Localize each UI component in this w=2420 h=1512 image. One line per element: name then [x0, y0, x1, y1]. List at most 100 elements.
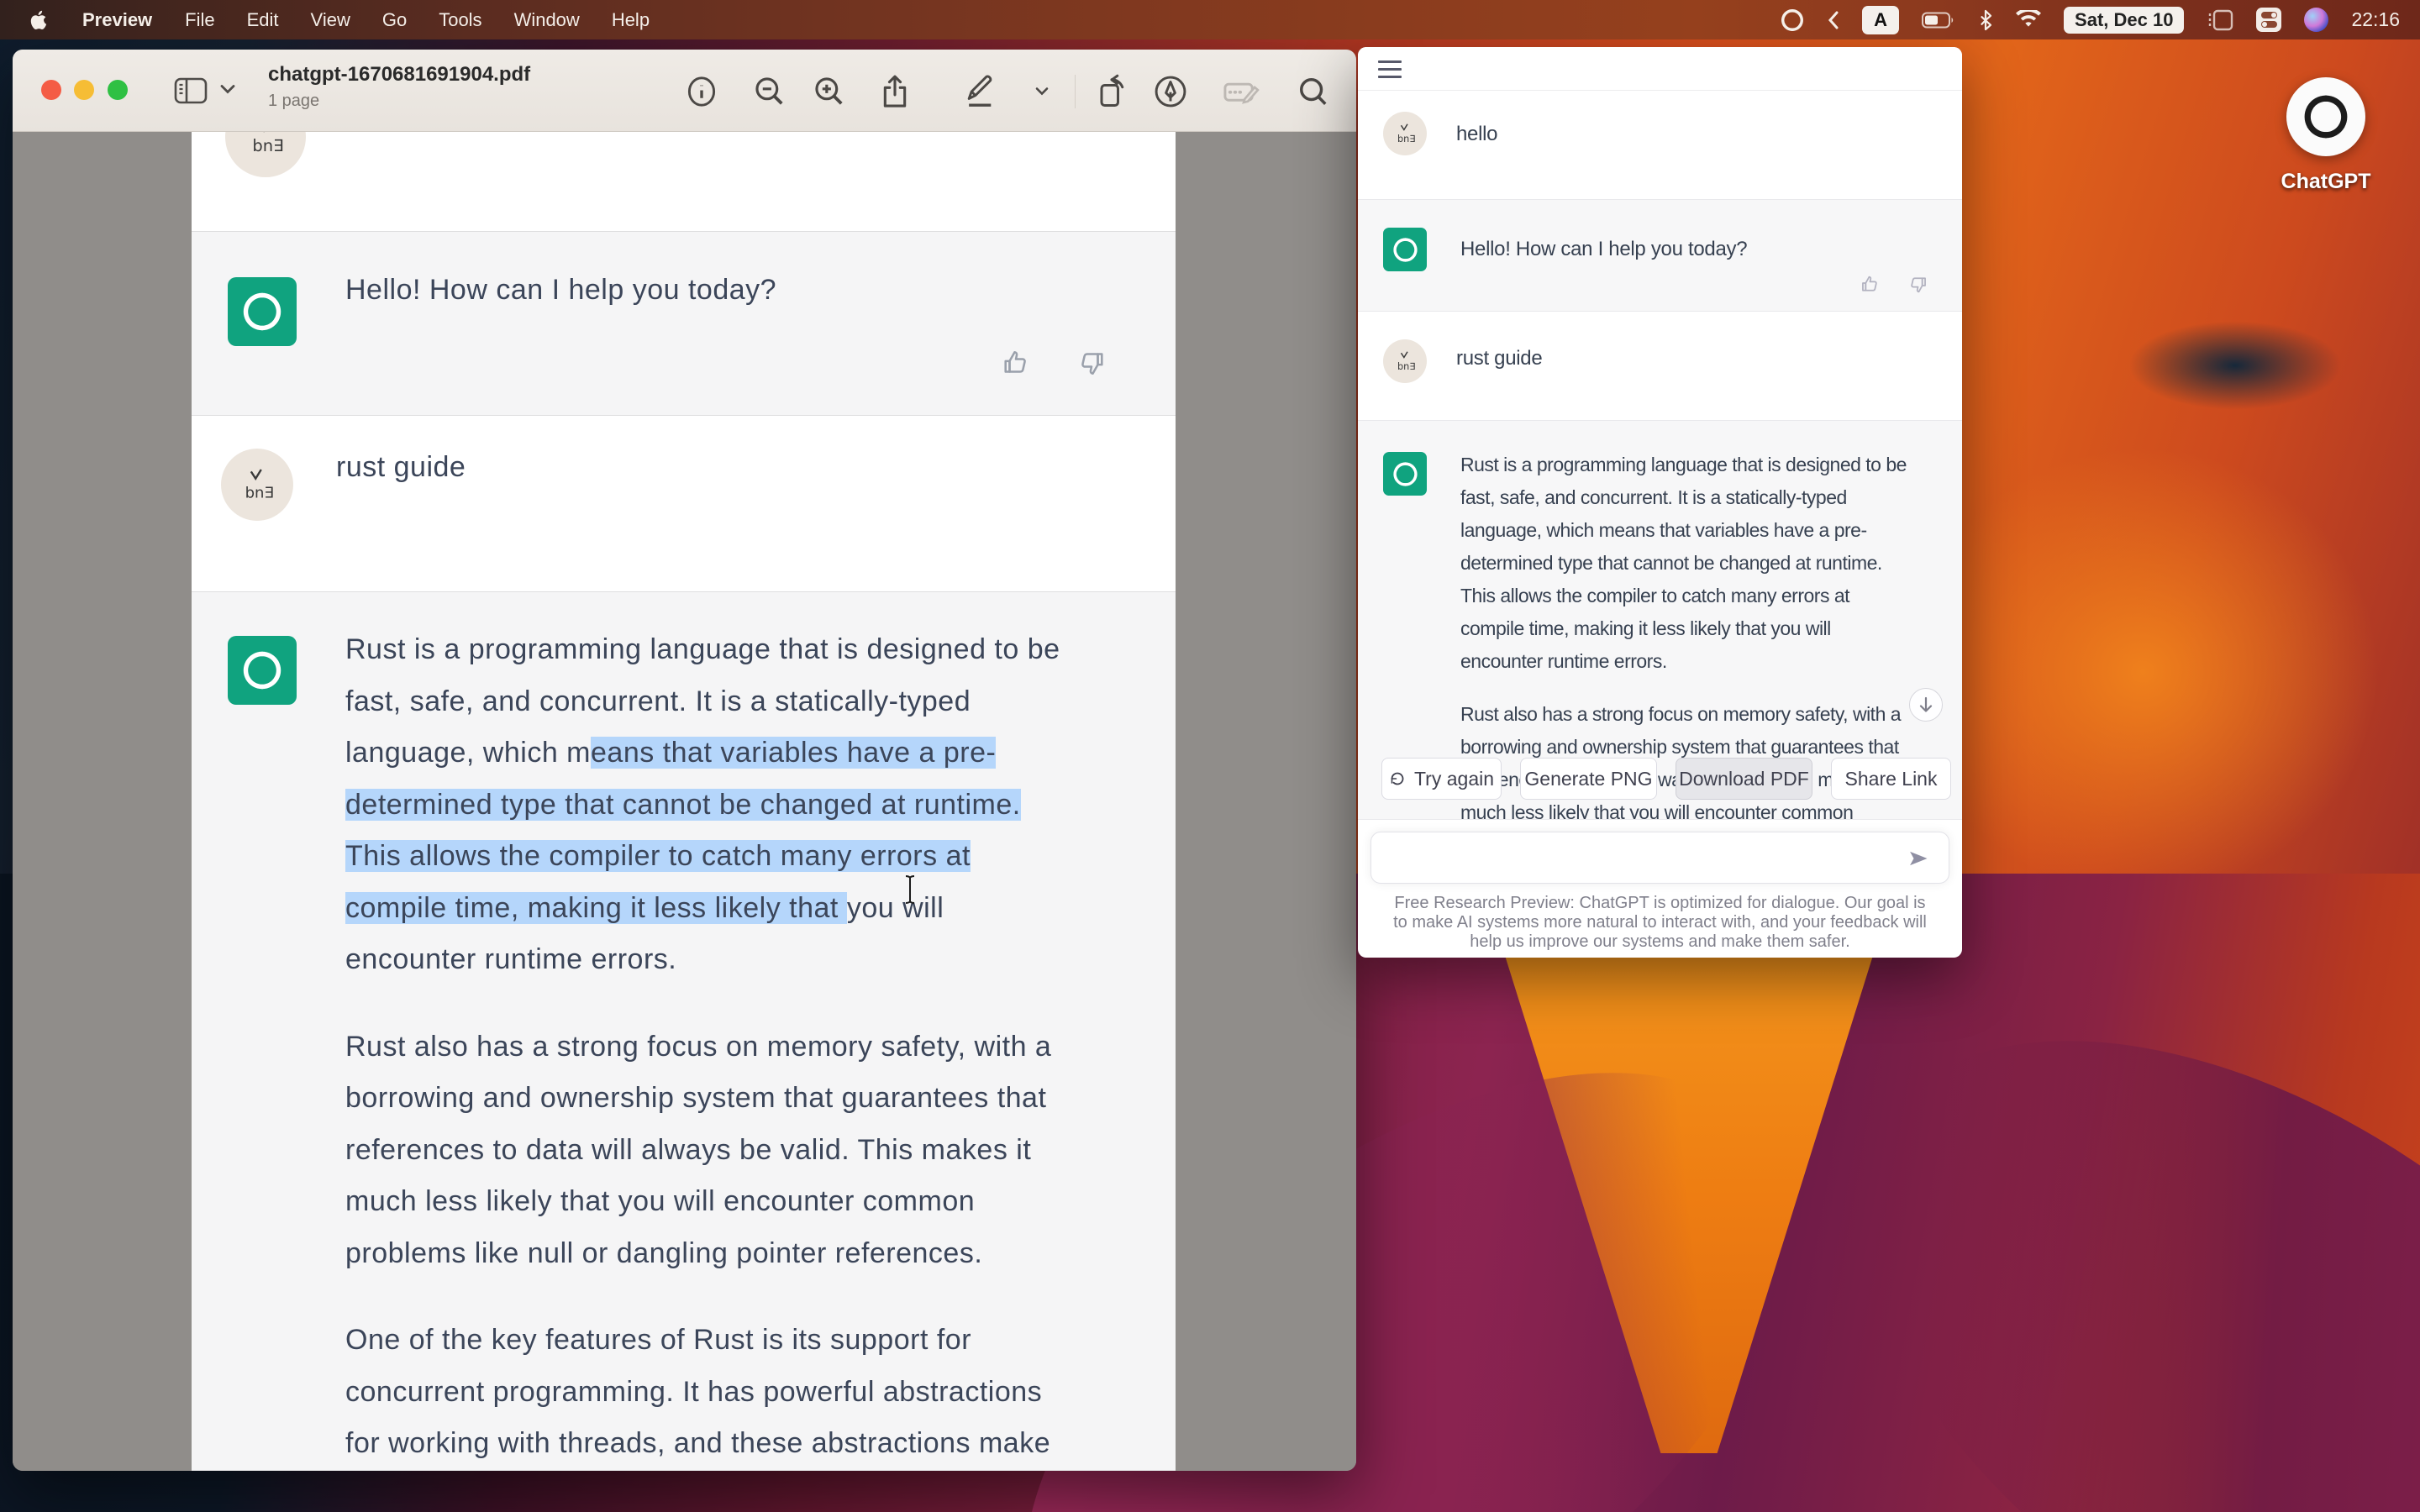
siri-icon[interactable]	[2304, 8, 2328, 32]
openai-menubar-icon[interactable]	[1780, 8, 1805, 33]
generate-png-button[interactable]: Generate PNG	[1520, 758, 1657, 800]
pdf-background: bn∃ Hello! How can I help you today? bn∃	[13, 132, 1356, 1471]
text-line: fast, safe, and concurrent. It is a stat…	[345, 676, 1176, 728]
chatgpt-header	[1358, 47, 1962, 91]
window-title-block: chatgpt-1670681691904.pdf 1 page	[268, 63, 530, 111]
minimize-button[interactable]	[74, 80, 94, 100]
bluetooth-icon[interactable]	[1978, 9, 1993, 31]
assistant-greeting-text: Hello! How can I help you today?	[345, 274, 776, 307]
chatgpt-avatar	[228, 277, 297, 346]
user-avatar: bn∃	[1383, 112, 1427, 155]
toolbar-separator	[1075, 75, 1076, 108]
menu-app-name[interactable]: Preview	[66, 0, 169, 39]
download-pdf-label: Download PDF	[1679, 768, 1809, 790]
sidebar-chevron-icon[interactable]	[219, 83, 236, 95]
text-line: borrowing and ownership system that guar…	[345, 1073, 1176, 1125]
svg-text:bn∃: bn∃	[1397, 361, 1415, 372]
menu-file[interactable]: File	[169, 0, 230, 39]
text-line: encounter runtime errors.	[1460, 645, 1954, 678]
close-button[interactable]	[41, 80, 61, 100]
menu-go[interactable]: Go	[366, 0, 423, 39]
draw-pen-button[interactable]	[1152, 73, 1189, 110]
text-cursor	[900, 874, 920, 906]
assistant-greeting-text: Hello! How can I help you today?	[1460, 238, 1747, 261]
control-center-toggle-top	[2261, 12, 2277, 18]
user-message-text: rust guide	[1456, 347, 1542, 370]
pdf-row-assistant-response: Rust is a programming language that is d…	[192, 591, 1176, 1471]
text-line: Rust is a programming language that is d…	[1460, 449, 1954, 481]
text-line: determined type that cannot be changed a…	[345, 780, 1176, 832]
thumbs-up-icon[interactable]	[1001, 348, 1031, 378]
menu-window[interactable]: Window	[498, 0, 596, 39]
menubar-clock[interactable]: 22:16	[2351, 8, 2400, 31]
text-line: fast, safe, and concurrent. It is a stat…	[1460, 481, 1954, 514]
desktop-icon-label: ChatGPT	[2260, 170, 2391, 194]
chat-input[interactable]	[1370, 832, 1949, 884]
send-icon[interactable]	[1907, 847, 1930, 870]
download-pdf-button[interactable]: Download PDF	[1676, 758, 1812, 800]
pdf-row-assistant-greeting: Hello! How can I help you today?	[192, 231, 1176, 416]
try-again-button[interactable]: Try again	[1381, 758, 1502, 800]
user-avatar: bn∃	[221, 449, 293, 521]
thumbs-down-icon[interactable]	[1076, 348, 1107, 378]
info-button[interactable]	[683, 73, 720, 110]
text-line: much less likely that you will encounter…	[345, 1176, 1176, 1228]
chatgpt-avatar	[228, 636, 297, 705]
wifi-icon[interactable]	[2016, 10, 2041, 29]
desktop-icon-chatgpt[interactable]: ChatGPT	[2260, 77, 2391, 194]
thumbs-up-icon[interactable]	[1860, 274, 1881, 295]
battery-icon[interactable]	[1922, 12, 1955, 29]
user-avatar: bn∃	[1383, 339, 1427, 383]
text-line: This allows the compiler to catch many e…	[345, 831, 1176, 883]
share-button[interactable]	[876, 73, 913, 110]
response-paragraph: Rust is a programming language that is d…	[1460, 449, 1954, 678]
markup-dropdown-chevron[interactable]	[1023, 73, 1060, 110]
menu-hamburger-icon[interactable]	[1378, 60, 1402, 83]
thumbs-down-icon[interactable]	[1907, 274, 1928, 295]
control-center-icon[interactable]	[2256, 8, 2281, 32]
text-line: encounter runtime errors.	[345, 934, 1176, 986]
text-line: references to data will always be valid.…	[345, 1125, 1176, 1177]
menu-help[interactable]: Help	[596, 0, 666, 39]
menu-tools[interactable]: Tools	[423, 0, 497, 39]
feedback-buttons	[1001, 348, 1107, 378]
zoom-out-button[interactable]	[751, 73, 788, 110]
chevron-left-icon[interactable]	[1828, 10, 1839, 30]
share-link-button[interactable]: Share Link	[1831, 758, 1951, 800]
text-line: Rust also has a strong focus on memory s…	[345, 1021, 1176, 1074]
rotate-button[interactable]	[1093, 73, 1130, 110]
apple-icon	[29, 9, 47, 31]
apple-menu[interactable]	[0, 0, 66, 39]
text-line: compile time, making it less likely that…	[345, 883, 1176, 935]
menu-bar-left: Preview File Edit View Go Tools Window H…	[0, 0, 666, 39]
user-message-text: rust guide	[336, 451, 466, 484]
wallpaper-navy-wedge	[2084, 302, 2386, 428]
zoom-in-button[interactable]	[811, 73, 848, 110]
text-line: Rust is a programming language that is d…	[345, 624, 1176, 676]
preview-window: chatgpt-1670681691904.pdf 1 page	[13, 50, 1356, 1471]
text-line: One of the key features of Rust is its s…	[345, 1315, 1176, 1367]
chatgpt-window: bn∃ hello Hello! How can I help you toda…	[1358, 47, 1962, 958]
user-message-text: hello	[1456, 123, 1497, 146]
menu-view[interactable]: View	[295, 0, 366, 39]
scroll-to-bottom-button[interactable]	[1909, 688, 1943, 722]
sidebar-toggle-button[interactable]	[174, 73, 213, 108]
assistant-response-text: Rust is a programming language that is d…	[345, 624, 1176, 1470]
chat-row-user-rust-guide: bn∃ rust guide	[1358, 312, 1962, 420]
try-again-label: Try again	[1414, 768, 1494, 790]
pdf-row-user-rust-guide: bn∃ rust guide	[192, 416, 1176, 591]
footer-disclaimer: Free Research Preview: ChatGPT is optimi…	[1392, 894, 1928, 952]
pdf-row-user-partial: bn∃	[192, 132, 1176, 231]
screen-mirroring-icon[interactable]	[2207, 9, 2233, 31]
menubar-date[interactable]: Sat, Dec 10	[2064, 7, 2184, 34]
zoom-button[interactable]	[108, 80, 128, 100]
markup-pencil-button[interactable]	[962, 73, 999, 110]
fill-and-sign-button[interactable]	[1223, 73, 1260, 110]
text-line: much less likely that you will encounter…	[1460, 796, 1954, 820]
menu-bar-status: A Sat, Dec 10 22:16	[1780, 0, 2420, 39]
input-source-indicator[interactable]: A	[1862, 6, 1899, 34]
menu-edit[interactable]: Edit	[231, 0, 295, 39]
chatgpt-avatar	[1383, 228, 1427, 271]
search-button[interactable]	[1295, 73, 1332, 110]
retry-icon	[1389, 770, 1406, 787]
